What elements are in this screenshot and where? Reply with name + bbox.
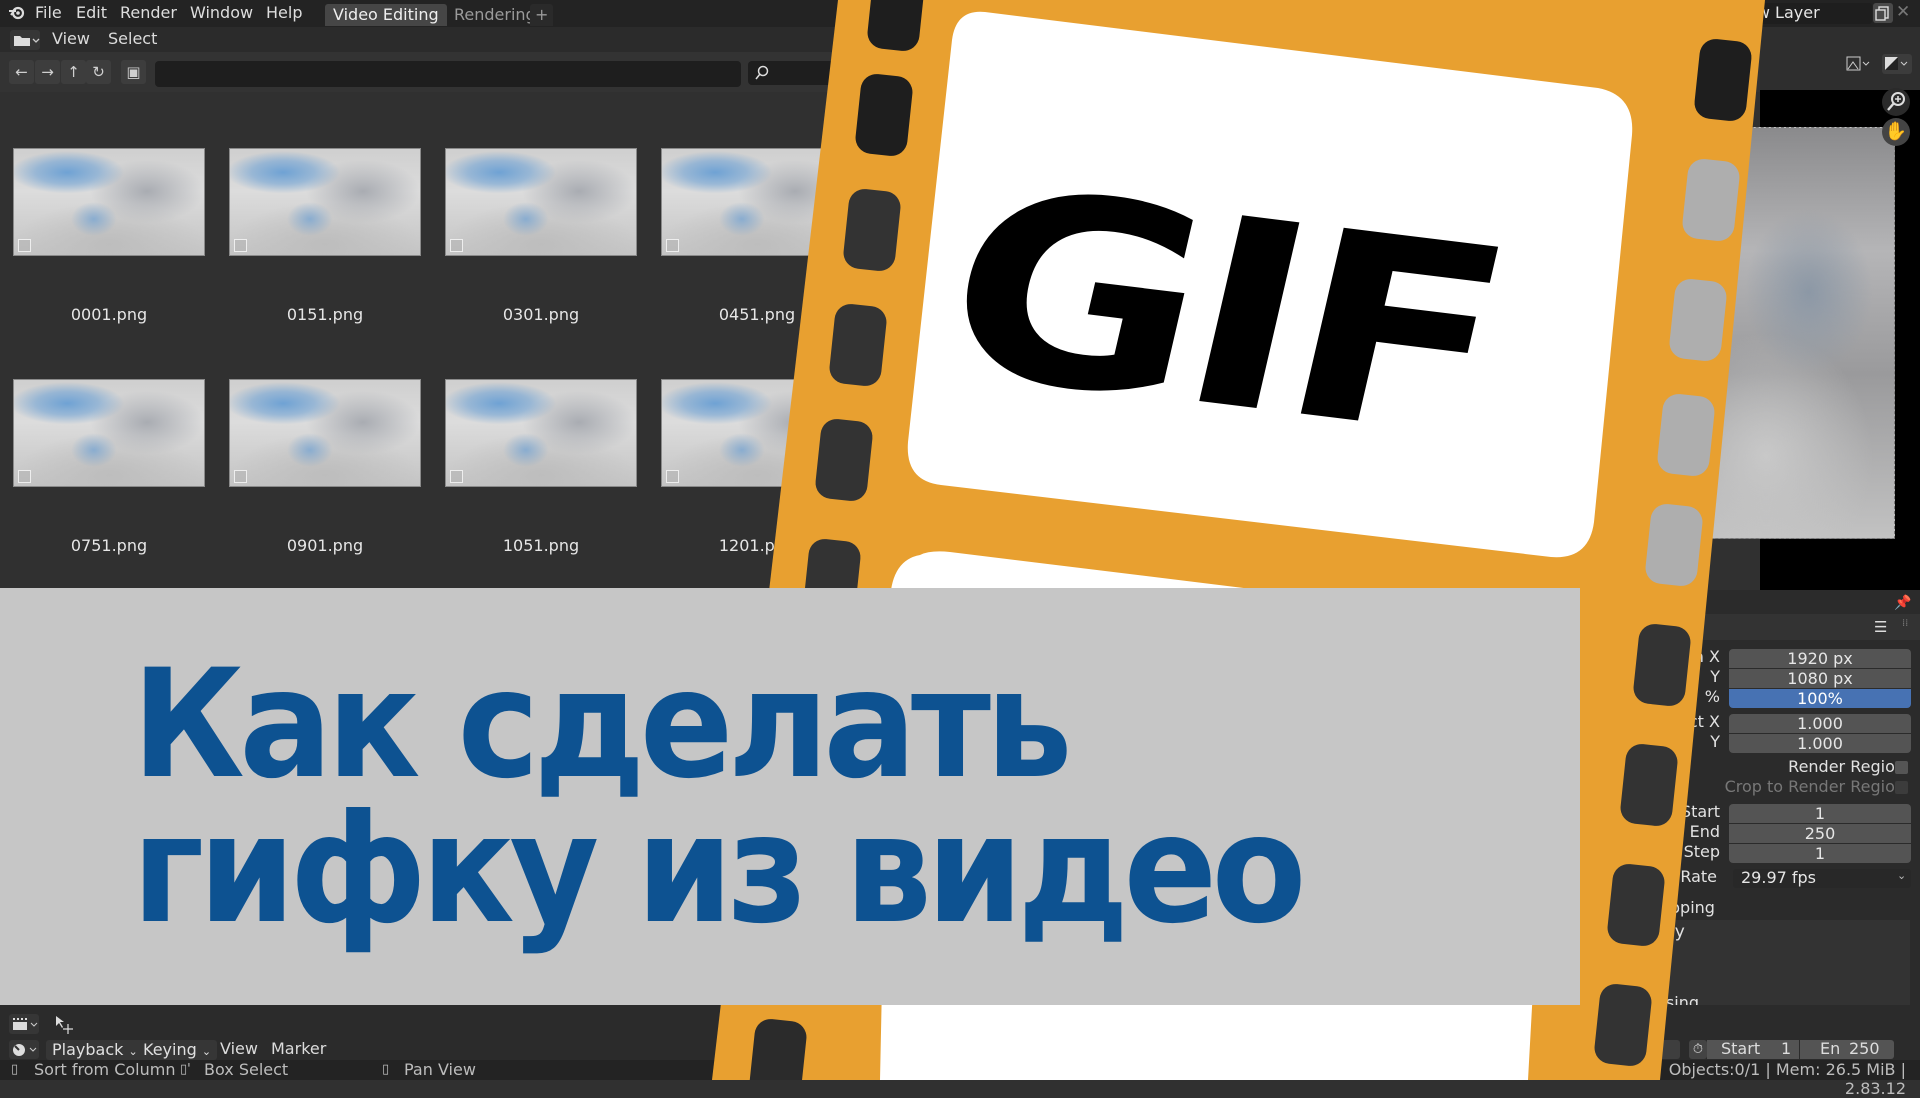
film-perforation bbox=[843, 189, 901, 271]
film-perforation bbox=[1669, 279, 1727, 361]
banner-title-line-2: гифку из видео bbox=[132, 783, 1306, 957]
film-perforation bbox=[855, 74, 913, 156]
film-perforation bbox=[1682, 159, 1740, 241]
film-perforation bbox=[749, 1019, 807, 1080]
film-perforation bbox=[1694, 39, 1752, 121]
title-banner: Как сделать гифку из видео bbox=[0, 588, 1580, 1005]
film-perforation bbox=[1607, 864, 1665, 946]
film-perforation bbox=[1620, 744, 1678, 826]
film-perforation bbox=[1594, 984, 1652, 1066]
film-perforation bbox=[1645, 504, 1703, 586]
film-perforation bbox=[829, 304, 887, 386]
film-perforation bbox=[1633, 624, 1691, 706]
film-perforation bbox=[1657, 394, 1715, 476]
film-perforation bbox=[815, 419, 873, 501]
